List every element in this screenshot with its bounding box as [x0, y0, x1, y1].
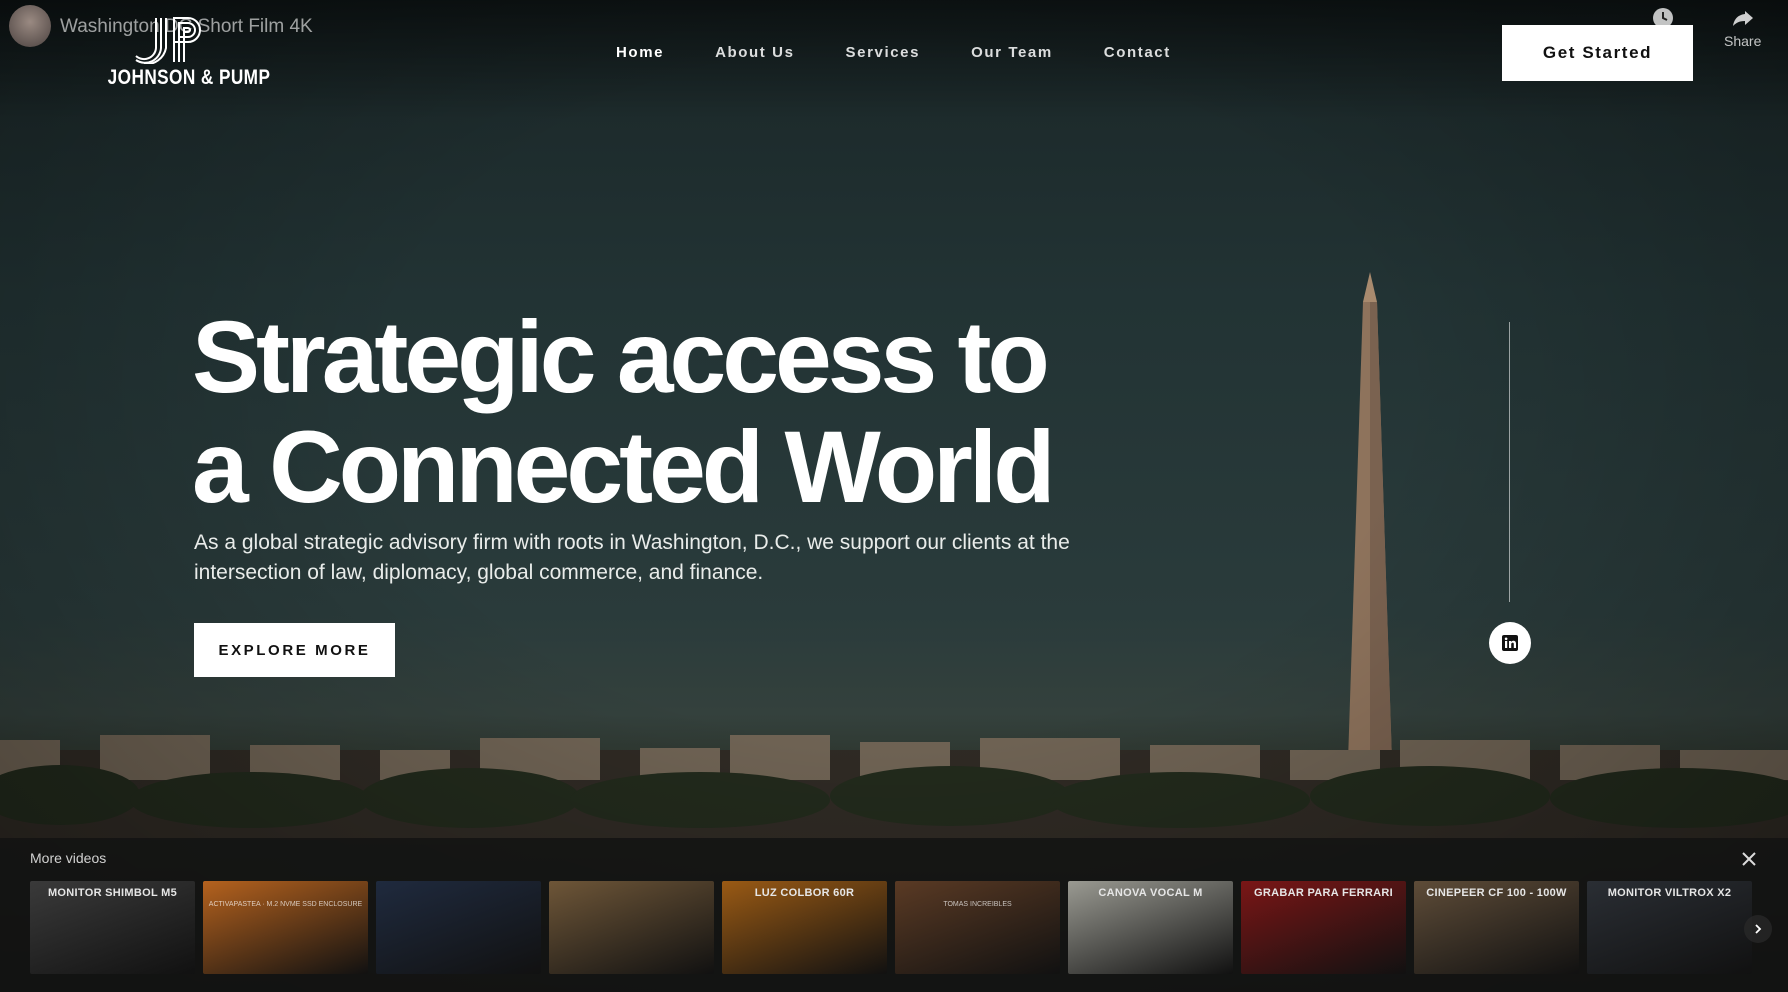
share-icon — [1732, 11, 1753, 26]
thumbnail-subcaption: ACTIVAPASTEA · M.2 NVME SSD ENCLOSURE — [208, 901, 363, 908]
share-label: Share — [1724, 33, 1762, 49]
hero-subtitle-line-1: As a global strategic advisory firm with… — [194, 531, 1070, 554]
thumbnail-subcaption: TOMAS INCREIBLES — [943, 901, 1012, 908]
hero-subtitle: As a global strategic advisory firm with… — [194, 528, 1094, 588]
hero-title: Strategic access to a Connected World — [192, 302, 1152, 522]
nav-services[interactable]: Services — [846, 44, 921, 61]
video-thumbnail-list: MONITOR SHIMBOL M5 ACTIVAPASTEA · M.2 NVM… — [30, 881, 1752, 974]
nav-about-us[interactable]: About Us — [715, 44, 794, 61]
jp-monogram-icon — [135, 17, 201, 64]
nav-contact[interactable]: Contact — [1104, 44, 1171, 61]
channel-avatar[interactable] — [9, 5, 51, 47]
close-icon[interactable] — [1738, 848, 1760, 870]
thumbnail-caption: MONITOR VILTROX X2 — [1607, 887, 1732, 899]
more-videos-label: More videos — [30, 850, 107, 866]
thumbnail-caption: CANOVA VOCAL M — [1098, 887, 1203, 899]
video-thumbnail[interactable]: ACTIVAPASTEA · M.2 NVME SSD ENCLOSURE — [203, 881, 368, 974]
social-rail-divider — [1509, 322, 1510, 602]
thumbnail-caption: CINEPEER CF 100 - 100W — [1426, 887, 1567, 899]
video-thumbnail[interactable] — [549, 881, 714, 974]
thumbnail-caption: LUZ COLBOR 60R — [754, 887, 855, 899]
logo-text: JOHNSON & PUMP — [107, 66, 271, 89]
more-videos-panel: More videos MONITOR SHIMBOL M5 ACTIVAPAST… — [0, 838, 1788, 992]
video-thumbnail[interactable]: MONITOR SHIMBOL M5 — [30, 881, 195, 974]
thumbnail-caption: GRABAR PARA FERRARI — [1254, 887, 1393, 899]
explore-more-button[interactable]: EXPLORE MORE — [194, 623, 395, 677]
linkedin-icon — [1502, 635, 1518, 651]
get-started-button[interactable]: Get Started — [1502, 25, 1693, 81]
main-nav: Home About Us Services Our Team Contact — [616, 44, 1222, 61]
hero-subtitle-line-2: intersection of law, diplomacy, global c… — [194, 561, 764, 584]
linkedin-button[interactable] — [1489, 622, 1531, 664]
video-thumbnail[interactable]: GRABAR PARA FERRARI — [1241, 881, 1406, 974]
nav-home[interactable]: Home — [616, 44, 664, 61]
video-thumbnail[interactable]: CINEPEER CF 100 - 100W — [1414, 881, 1579, 974]
share-button[interactable]: Share — [1724, 6, 1761, 49]
site-logo[interactable]: JOHNSON & PUMP — [94, 16, 271, 90]
thumbnail-caption: MONITOR SHIMBOL M5 — [47, 887, 178, 899]
video-thumbnail[interactable]: MONITOR VILTROX X2 — [1587, 881, 1752, 974]
video-thumbnail[interactable] — [376, 881, 541, 974]
video-thumbnail[interactable]: LUZ COLBOR 60R — [722, 881, 887, 974]
nav-our-team[interactable]: Our Team — [971, 44, 1053, 61]
chevron-right-icon — [1755, 924, 1762, 934]
video-thumbnail[interactable]: TOMAS INCREIBLES — [895, 881, 1060, 974]
hero-title-line-2: a Connected World — [192, 410, 1056, 524]
video-thumbnail[interactable]: CANOVA VOCAL M — [1068, 881, 1233, 974]
hero-title-line-1: Strategic access to — [192, 300, 1050, 414]
next-videos-button[interactable] — [1744, 915, 1772, 943]
